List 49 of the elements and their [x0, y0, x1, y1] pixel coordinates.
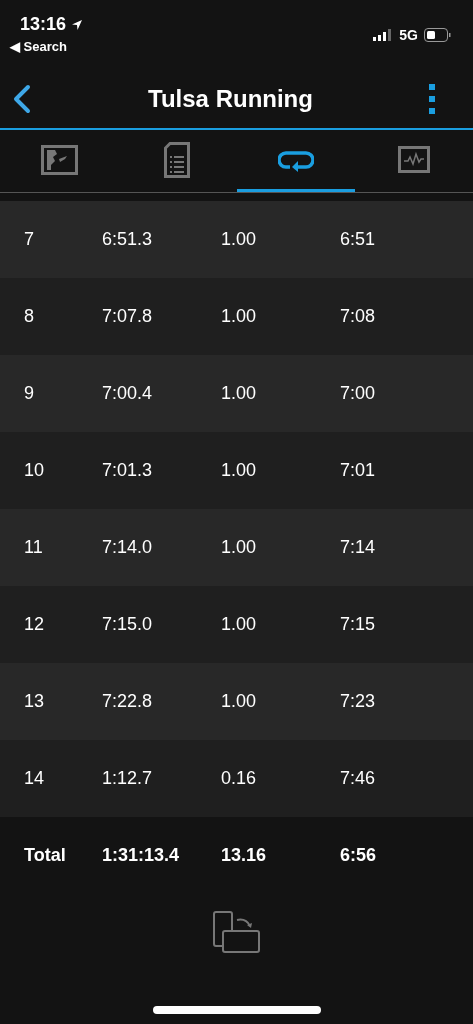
- table-cell-text: 14: [23, 768, 46, 789]
- table-cell: 7:01: [340, 460, 376, 481]
- table-cell-text: 1.00: [221, 614, 258, 635]
- table-cell-text: 9: [23, 383, 35, 404]
- table-cell-text: 1.00: [221, 691, 258, 712]
- table-cell-text: 8: [23, 306, 35, 327]
- table-cell-text: 6:51.3: [102, 229, 154, 250]
- table-cell-text: 1.00: [221, 537, 258, 558]
- table-cell-text: 7:01.3: [102, 460, 154, 481]
- table-cell-text: 7:07.8: [102, 306, 154, 327]
- table-cell-text: 1.00: [221, 383, 258, 404]
- table-cell-text: 0.16: [221, 768, 258, 789]
- rotate-device-icon[interactable]: [212, 911, 261, 953]
- table-cell-text: 1.00: [221, 229, 258, 250]
- table-cell-text: 1:12.7: [102, 768, 154, 789]
- table-cell-text: 7:15.0: [102, 614, 154, 635]
- table-cell-text: 7:00.4: [102, 383, 154, 404]
- total-cell: 6:56: [340, 844, 377, 866]
- total-cell-text: 13.16: [221, 844, 268, 866]
- status-time: 13:16: [20, 14, 67, 35]
- location-arrow-icon: [71, 18, 84, 31]
- table-cell: 7:00: [340, 383, 376, 404]
- network-label: 5G: [399, 27, 418, 43]
- back-icon[interactable]: [12, 84, 32, 114]
- table-cell-text: 10: [23, 460, 46, 481]
- table-cell: 7:46: [340, 768, 376, 789]
- table-cell-text: 12: [23, 614, 46, 635]
- battery-icon: [424, 28, 451, 42]
- table-cell: 7:15: [340, 614, 376, 635]
- total-cell-text: 1:31:13.4: [102, 844, 181, 866]
- table-cell: 7:14: [340, 537, 376, 558]
- total-cell-text: Total: [23, 844, 67, 866]
- table-cell-text: 7:22.8: [102, 691, 154, 712]
- table-cell: 7:23: [340, 691, 376, 712]
- table-cell-text: 11: [23, 537, 44, 558]
- table-cell: 7:08: [340, 306, 376, 327]
- heart-rate-icon: [397, 146, 430, 173]
- table-cell: 6:51: [340, 229, 376, 250]
- table-cell-text: 7: [23, 229, 35, 250]
- list-document-icon: [164, 141, 191, 178]
- signal-icon: [373, 29, 394, 41]
- table-cell-text: 1.00: [221, 306, 258, 327]
- more-icon[interactable]: [429, 84, 435, 114]
- table-cell-text: 1.00: [221, 460, 258, 481]
- map-icon: [40, 144, 78, 175]
- back-to-search-link[interactable]: ◀ Search: [10, 39, 84, 54]
- table-cell-text: 13: [23, 691, 46, 712]
- screen-title: Tulsa Running: [148, 85, 313, 113]
- table-cell-text: 7:14.0: [102, 537, 154, 558]
